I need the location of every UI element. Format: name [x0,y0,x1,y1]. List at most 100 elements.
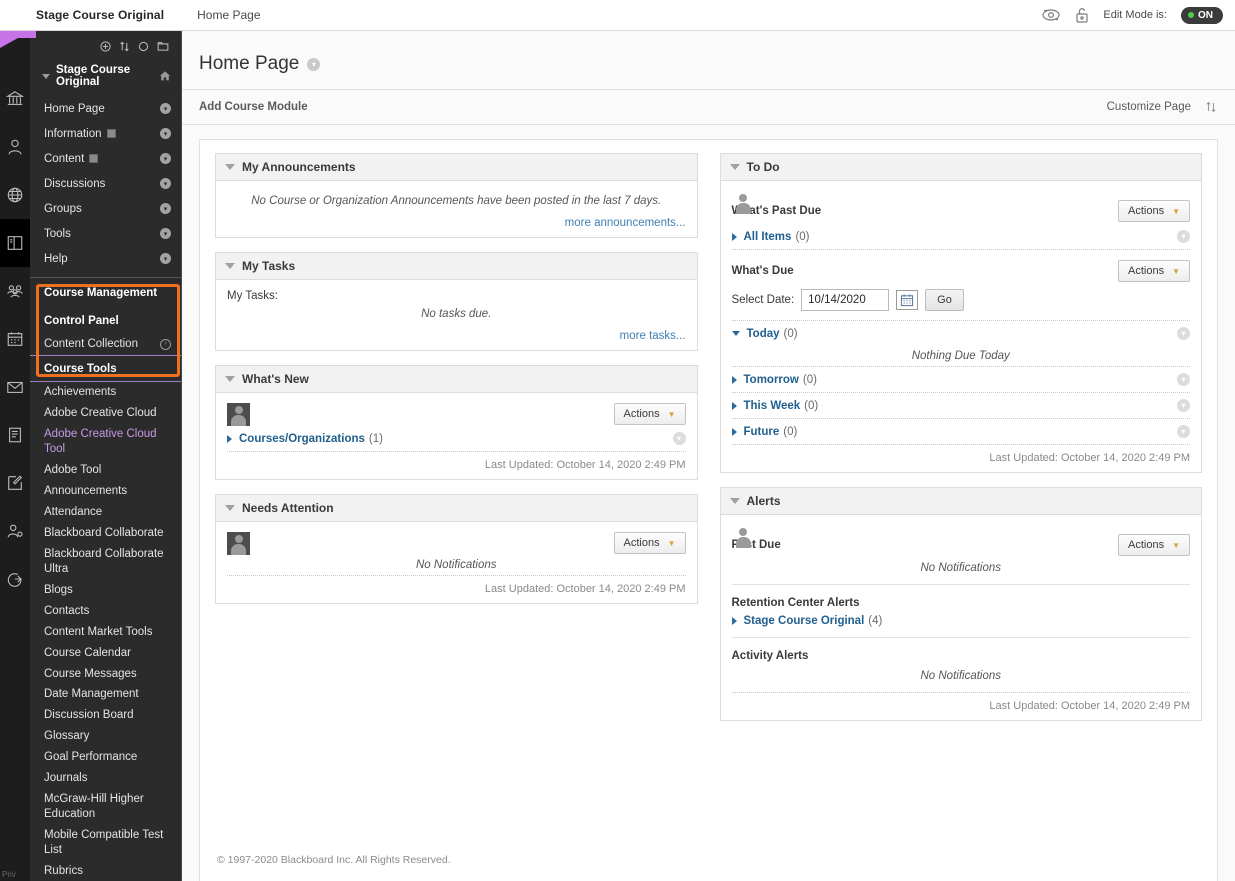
sidebar-item-content-collection[interactable]: Content Collection › [30,333,181,355]
course-tool-item[interactable]: McGraw-Hill Higher Education [30,789,181,825]
chevron-right-icon[interactable] [731,617,737,625]
chevron-down-icon[interactable]: ▾ [1177,327,1190,340]
chevron-down-icon[interactable]: ▾ [160,228,171,239]
tomorrow-link[interactable]: Tomorrow [744,374,799,386]
this-week-row[interactable]: This Week (0) ▾ [731,393,1190,418]
sidebar-item-information[interactable]: Information ▾ [30,121,181,146]
module-header[interactable]: Alerts [720,488,1201,515]
groups-icon[interactable] [0,267,30,315]
notes-icon[interactable] [0,411,30,459]
needs-attention-actions-button[interactable]: Actions ▼ [613,532,686,554]
topbar-page-name[interactable]: Home Page [197,8,260,22]
course-tool-item[interactable]: Rubrics [30,861,181,881]
chevron-down-icon[interactable]: ▾ [1177,373,1190,386]
all-items-link[interactable]: All Items [744,231,792,243]
module-header[interactable]: My Tasks [216,253,697,280]
chevron-down-icon[interactable]: ▾ [672,432,686,445]
chevron-down-icon[interactable]: ▾ [160,128,171,139]
chevron-down-icon[interactable] [225,263,235,269]
chevron-down-icon[interactable]: ▾ [160,203,171,214]
tomorrow-row[interactable]: Tomorrow (0) ▾ [731,367,1190,392]
course-tool-item[interactable]: Adobe Creative Cloud [30,403,181,424]
course-tool-item[interactable]: Goal Performance [30,747,181,768]
globe-icon[interactable] [0,171,30,219]
course-tool-item[interactable]: Attendance [30,502,181,523]
chevron-down-icon[interactable] [225,164,235,170]
course-menu-title-row[interactable]: Stage Course Original [30,56,181,96]
chevron-right-icon[interactable] [731,375,737,384]
institution-icon[interactable] [0,75,30,123]
course-tool-item[interactable]: Blackboard Collaborate Ultra [30,544,181,580]
chevron-right-icon[interactable] [227,434,232,443]
chevron-down-icon[interactable] [729,498,740,504]
course-tool-item[interactable]: Announcements [30,481,181,502]
module-header[interactable]: Needs Attention [216,495,697,522]
past-due-actions-button[interactable]: Actions ▼ [1118,200,1190,222]
chevron-down-icon[interactable] [225,376,235,382]
chevron-down-icon[interactable]: ▾ [160,178,171,189]
profile-settings-icon[interactable] [0,507,30,555]
this-week-link[interactable]: This Week [744,400,801,412]
chevron-down-icon[interactable]: ▾ [1177,230,1190,243]
module-header[interactable]: What's New [216,366,697,393]
chevron-down-icon[interactable]: ▾ [307,57,321,71]
chevron-right-icon[interactable] [731,401,737,410]
chevron-right-icon[interactable] [731,427,737,436]
student-preview-icon[interactable] [1041,8,1061,22]
whats-new-actions-button[interactable]: Actions ▼ [613,403,686,425]
home-icon[interactable] [159,70,171,82]
course-tool-item[interactable]: Blackboard Collaborate [30,523,181,544]
today-row[interactable]: Today (0) ▾ [731,321,1190,346]
calendar-picker-icon[interactable] [896,290,919,310]
sidebar-item-help[interactable]: Help ▾ [30,246,181,271]
course-tool-item[interactable]: Course Calendar [30,643,181,664]
chevron-down-icon[interactable]: ▾ [160,153,171,164]
chevron-down-icon[interactable]: ▾ [1177,425,1190,438]
retention-course-link[interactable]: Stage Course Original [744,615,865,627]
sidebar-item-home-page[interactable]: Home Page ▾ [30,96,181,121]
sidebar-item-tools[interactable]: Tools ▾ [30,221,181,246]
future-link[interactable]: Future [744,426,780,438]
courses-organizations-link[interactable]: Courses/Organizations [239,433,365,445]
person-icon[interactable] [0,123,30,171]
sidebar-item-discussions[interactable]: Discussions ▾ [30,171,181,196]
chevron-down-icon[interactable]: ▾ [160,103,171,114]
add-item-icon[interactable] [100,41,111,52]
course-tools-heading[interactable]: Course Tools [30,356,181,381]
retention-course-row[interactable]: Stage Course Original (4) [731,609,1191,633]
course-tool-item[interactable]: Discussion Board [30,705,181,726]
expand-arrow-icon[interactable]: › [160,338,171,350]
topbar-course-name[interactable]: Stage Course Original [36,8,164,22]
module-header[interactable]: To Do [720,154,1201,181]
all-items-row[interactable]: All Items (0) ▾ [731,224,1190,249]
refresh-icon[interactable] [138,41,149,52]
course-tool-item[interactable]: Journals [30,768,181,789]
sidebar-item-content[interactable]: Content ▾ [30,146,181,171]
chevron-down-icon[interactable] [225,505,235,511]
edit-icon[interactable] [0,459,30,507]
course-tool-item[interactable]: Adobe Creative Cloud Tool [30,424,181,460]
course-tool-item[interactable]: Mobile Compatible Test List [30,825,181,861]
calendar-icon[interactable] [0,315,30,363]
sidebar-item-groups[interactable]: Groups ▾ [30,196,181,221]
future-row[interactable]: Future (0) ▾ [731,419,1190,444]
today-link[interactable]: Today [747,328,780,340]
reorder-icon[interactable] [119,41,130,52]
course-tool-item[interactable]: Date Management [30,684,181,705]
privacy-link[interactable]: Priv [2,870,16,879]
chevron-down-icon[interactable] [731,331,740,336]
course-tool-item[interactable]: Adobe Tool [30,460,181,481]
more-announcements-link[interactable]: more announcements... [227,211,686,229]
module-header[interactable]: My Announcements [216,154,697,181]
sort-icon[interactable] [1205,101,1217,113]
course-tool-item[interactable]: Content Market Tools [30,622,181,643]
chevron-down-icon[interactable] [729,164,740,170]
folder-icon[interactable] [157,41,169,52]
course-tool-item[interactable]: Blogs [30,580,181,601]
chevron-down-icon[interactable]: ▾ [1177,399,1190,412]
course-tool-item[interactable]: Contacts [30,601,181,622]
whats-new-row[interactable]: Courses/Organizations (1) ▾ [227,426,686,451]
customize-page-button[interactable]: Customize Page [1107,101,1191,113]
whats-due-actions-button[interactable]: Actions ▼ [1118,260,1190,282]
chevron-right-icon[interactable] [731,232,737,241]
